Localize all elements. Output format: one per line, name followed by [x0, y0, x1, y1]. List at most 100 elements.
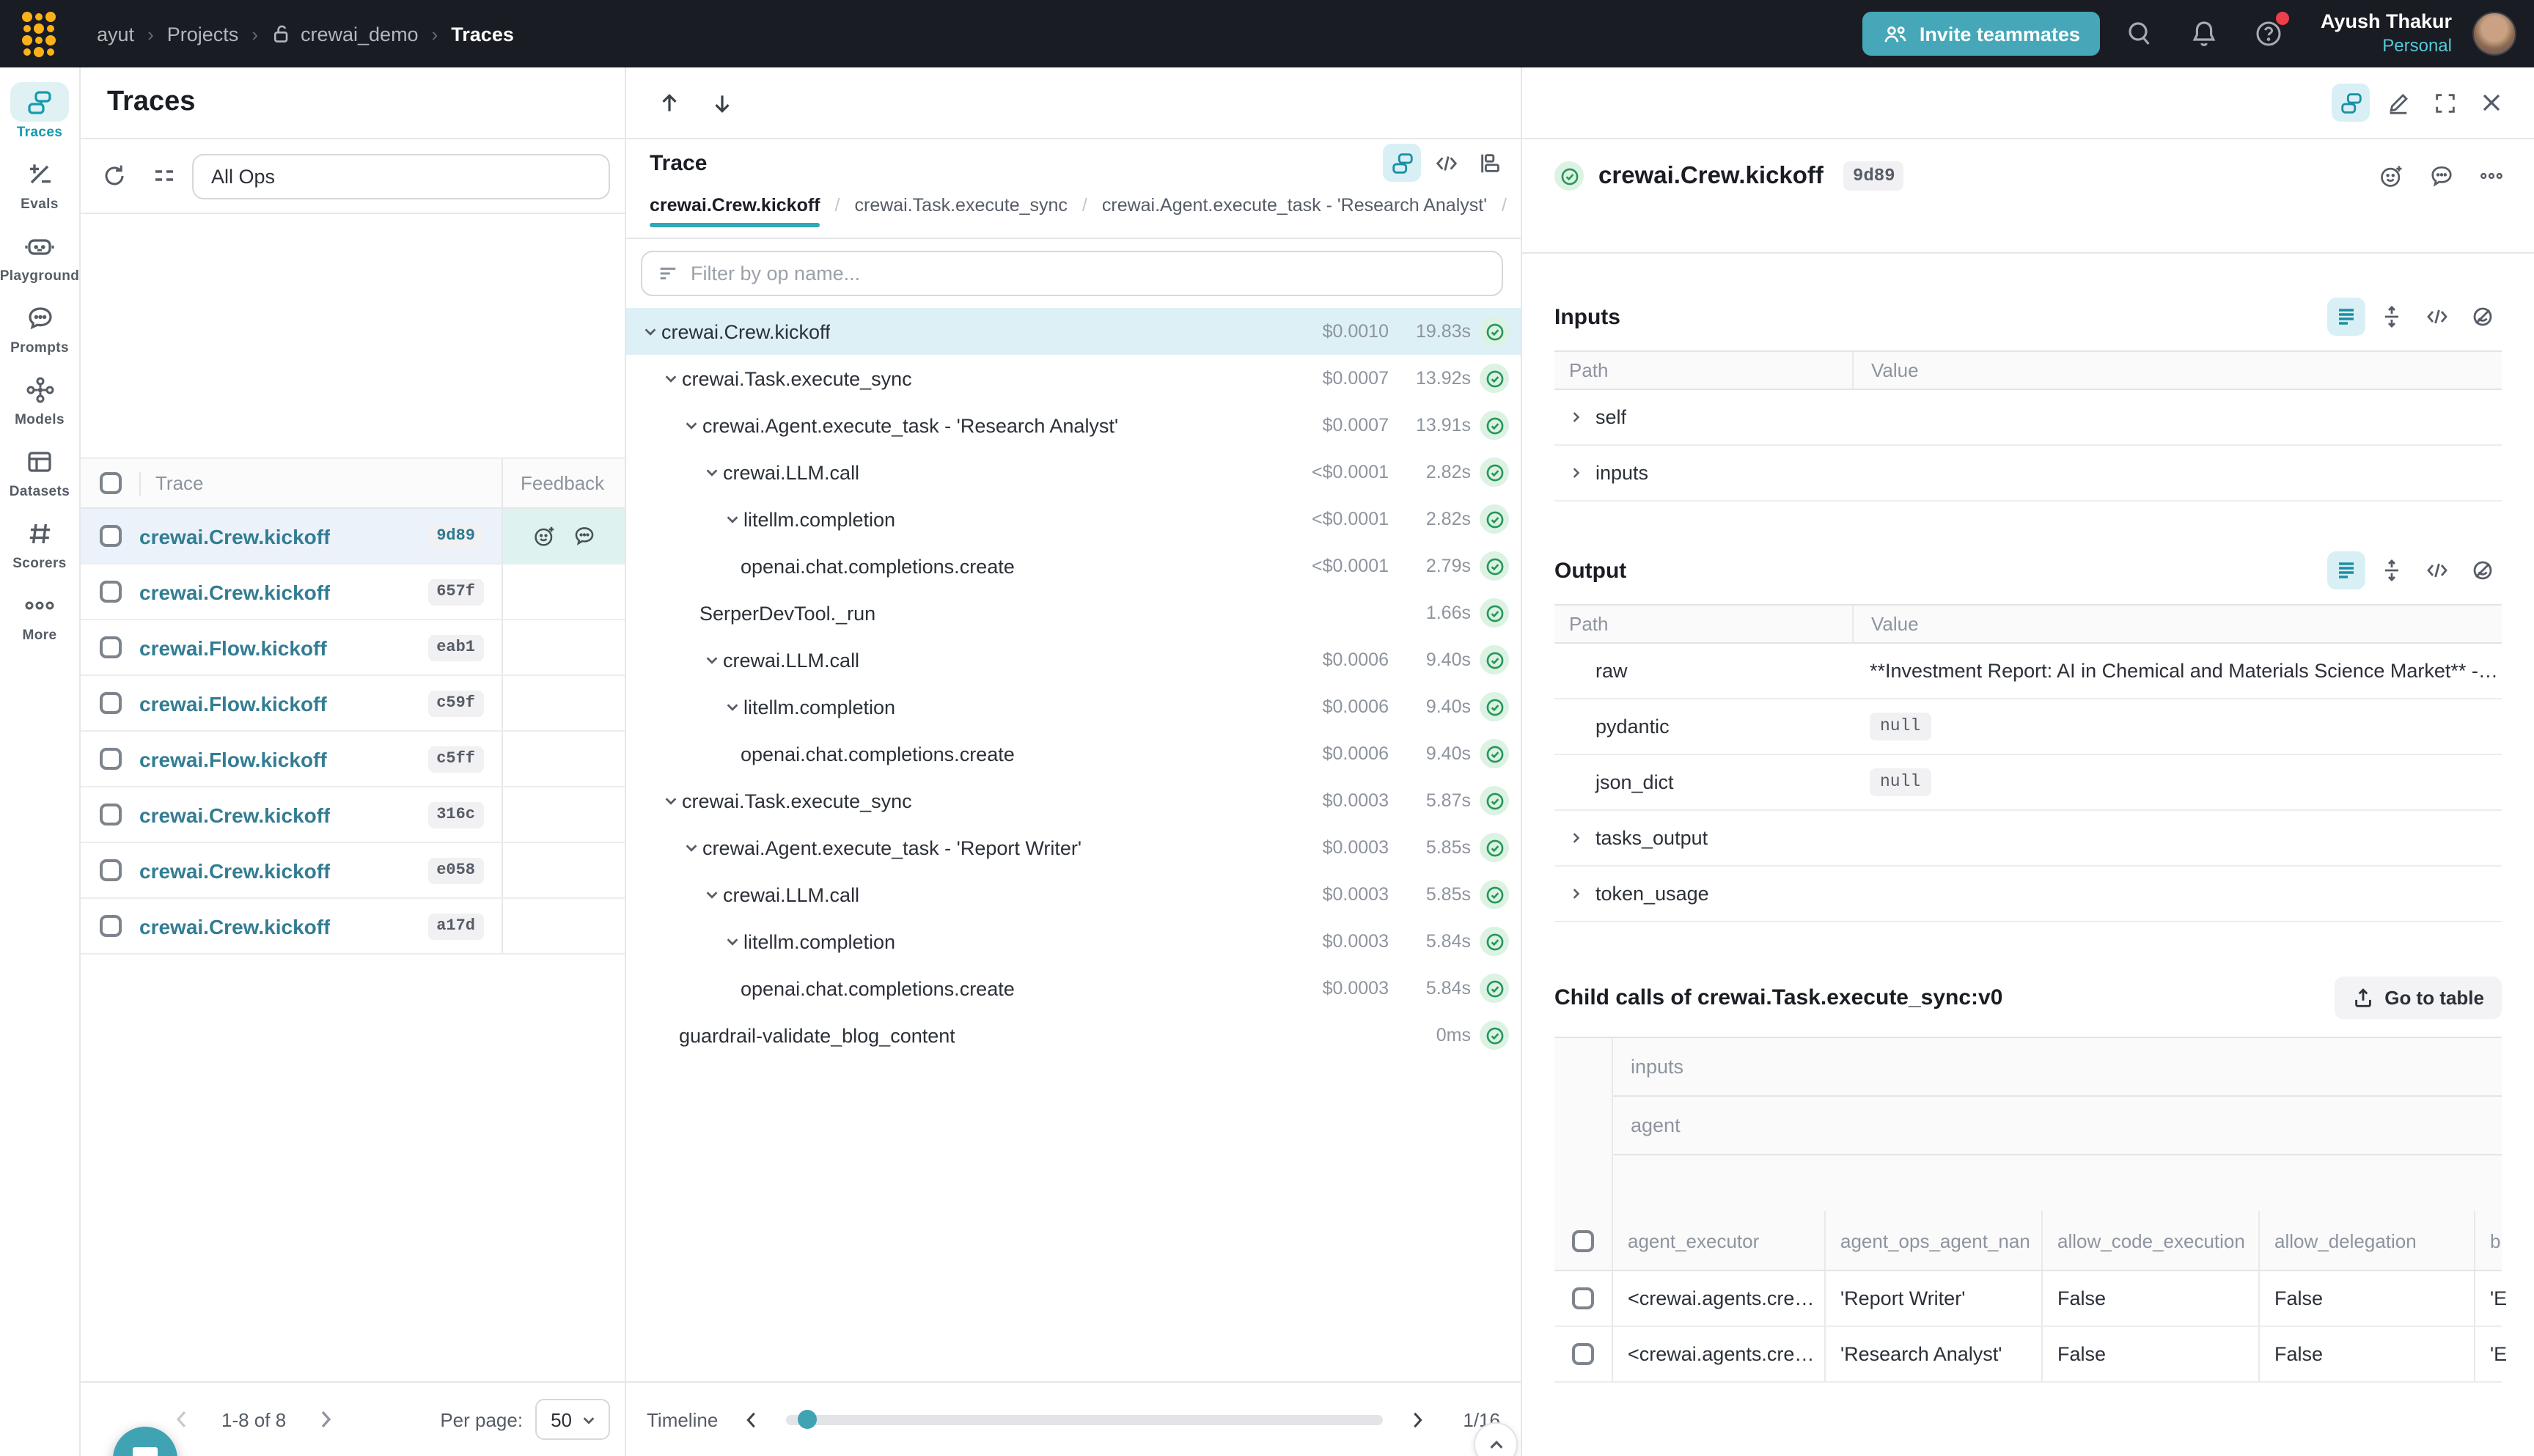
edit-pencil-button[interactable] [2379, 84, 2417, 122]
prev-call-arrow-up-button[interactable] [647, 81, 691, 125]
select-all-checkbox[interactable] [1572, 1229, 1594, 1251]
trace-link[interactable]: crewai.Crew.kickoff [139, 858, 330, 882]
code-view-button[interactable] [1427, 144, 1465, 182]
code-view-button[interactable] [2418, 298, 2456, 336]
trace-list-row[interactable]: crewai.Flow.kickoffeab1 [81, 620, 625, 676]
tree-row[interactable]: crewai.Agent.execute_task - 'Research An… [626, 402, 1521, 449]
breadcrumb-projects[interactable]: Projects [167, 23, 239, 45]
row-checkbox[interactable] [99, 636, 121, 658]
more-menu-icon[interactable] [2472, 157, 2511, 195]
tree-row[interactable]: crewai.LLM.call$0.00035.85s [626, 871, 1521, 918]
show-traces-button[interactable] [2332, 84, 2370, 122]
expand-rows-button[interactable] [2373, 298, 2411, 336]
invite-teammates-button[interactable]: Invite teammates [1862, 12, 2101, 56]
trace-crumb-tab[interactable]: crewai.Crew.kickoff [650, 195, 820, 227]
column-header-agent_ops_agent_nan[interactable]: agent_ops_agent_nan [1826, 1211, 2043, 1270]
row-checkbox[interactable] [99, 804, 121, 826]
tree-row[interactable]: openai.chat.completions.create<$0.00012.… [626, 543, 1521, 589]
tree-row[interactable]: crewai.Crew.kickoff$0.001019.83s [626, 308, 1521, 355]
sidebar-item-more[interactable]: More [0, 585, 80, 644]
go-to-table-button[interactable]: Go to table [2335, 976, 2502, 1018]
trace-list-row[interactable]: crewai.Crew.kickoffe058 [81, 843, 625, 899]
column-header-agent_executor[interactable]: agent_executor [1613, 1211, 1826, 1270]
add-reaction-icon[interactable] [532, 523, 557, 548]
column-header-allow_code_execution[interactable]: allow_code_execution [2043, 1211, 2260, 1270]
kv-row[interactable]: tasks_output [1554, 811, 2502, 867]
trace-list-row[interactable]: crewai.Flow.kickoffc59f [81, 676, 625, 732]
sidebar-item-playground[interactable]: Playground [0, 226, 80, 284]
chevron-down-icon[interactable] [720, 511, 743, 527]
chevron-right-icon[interactable] [1569, 465, 1584, 481]
trace-crumb-tab[interactable]: crewai.Task.execute_sync [855, 195, 1068, 227]
call-id-badge[interactable]: 9d89 [1844, 161, 1904, 191]
trace-column-header[interactable]: Trace [155, 472, 502, 494]
breadcrumb-entity[interactable]: ayut [97, 23, 134, 45]
row-checkbox[interactable] [99, 692, 121, 714]
row-checkbox[interactable] [1572, 1287, 1594, 1309]
user-avatar[interactable] [2472, 12, 2516, 56]
tree-row[interactable]: litellm.completion$0.00069.40s [626, 683, 1521, 730]
row-checkbox[interactable] [99, 581, 121, 603]
row-checkbox[interactable] [99, 748, 121, 770]
tree-view-button[interactable] [1383, 144, 1421, 182]
tree-row[interactable]: crewai.LLM.call<$0.00012.82s [626, 449, 1521, 496]
trace-link[interactable]: crewai.Flow.kickoff [139, 691, 327, 715]
chevron-down-icon[interactable] [679, 417, 702, 433]
feedback-column-header[interactable]: Feedback [502, 459, 625, 507]
tree-row[interactable]: crewai.Agent.execute_task - 'Report Writ… [626, 824, 1521, 871]
close-icon[interactable] [2472, 84, 2511, 122]
kv-row[interactable]: self [1554, 390, 2502, 446]
sidebar-item-traces[interactable]: Traces [0, 82, 80, 141]
notifications-bell-icon[interactable] [2180, 9, 2230, 59]
chevron-right-icon[interactable] [1569, 409, 1584, 425]
chevron-down-icon[interactable] [699, 886, 723, 902]
ops-filter-select[interactable]: All Ops [192, 153, 610, 199]
hide-values-button[interactable] [2464, 298, 2502, 336]
chevron-down-icon[interactable] [658, 793, 682, 809]
trace-list-row[interactable]: crewai.Crew.kickoffa17d [81, 899, 625, 955]
column-header-allow_delegation[interactable]: allow_delegation [2260, 1211, 2475, 1270]
list-view-button[interactable] [2327, 298, 2365, 336]
tree-row[interactable]: crewai.Task.execute_sync$0.00035.87s [626, 777, 1521, 824]
sidebar-item-scorers[interactable]: Scorers [0, 513, 80, 572]
row-checkbox[interactable] [99, 915, 121, 937]
column-header-b[interactable]: b [2475, 1211, 2534, 1270]
trace-list-row[interactable]: crewai.Crew.kickoff9d89 [81, 509, 625, 565]
trace-link[interactable]: crewai.Flow.kickoff [139, 747, 327, 771]
chevron-down-icon[interactable] [699, 652, 723, 668]
chevron-down-icon[interactable] [720, 933, 743, 949]
kv-row[interactable]: token_usage [1554, 867, 2502, 922]
trace-list-row[interactable]: crewai.Crew.kickoff316c [81, 787, 625, 843]
tree-row[interactable]: SerperDevTool._run1.66s [626, 589, 1521, 636]
timeline-prev-button[interactable] [732, 1400, 771, 1438]
tree-row[interactable]: guardrail-validate_blog_content0ms [626, 1012, 1521, 1059]
search-icon[interactable] [2115, 9, 2165, 59]
comment-icon[interactable] [571, 523, 596, 548]
kv-row[interactable]: inputs [1554, 446, 2502, 501]
code-view-button[interactable] [2418, 551, 2456, 589]
breadcrumb-project[interactable]: crewai_demo [271, 23, 419, 45]
trace-link[interactable]: crewai.Crew.kickoff [139, 803, 330, 826]
select-all-checkbox[interactable] [99, 472, 121, 494]
sidebar-item-datasets[interactable]: Datasets [0, 441, 80, 500]
trace-list-row[interactable]: crewai.Flow.kickoffc5ff [81, 732, 625, 787]
sidebar-item-models[interactable]: Models [0, 369, 80, 428]
row-checkbox[interactable] [99, 525, 121, 547]
timeline-slider[interactable] [785, 1414, 1383, 1424]
tree-row[interactable]: crewai.LLM.call$0.00069.40s [626, 636, 1521, 683]
row-checkbox[interactable] [1572, 1343, 1594, 1365]
op-filter-input[interactable] [691, 262, 1487, 284]
timeline-slider-knob[interactable] [797, 1410, 816, 1429]
column-settings-button[interactable] [142, 154, 186, 198]
wandb-logo[interactable] [21, 10, 56, 57]
chevron-down-icon[interactable] [720, 699, 743, 715]
user-account[interactable]: Personal [2321, 35, 2452, 57]
add-reaction-icon[interactable] [2373, 157, 2411, 195]
sidebar-item-evals[interactable]: Evals [0, 154, 80, 213]
trace-list-row[interactable]: crewai.Crew.kickoff657f [81, 565, 625, 620]
next-call-arrow-down-button[interactable] [699, 81, 743, 125]
chevron-down-icon[interactable] [679, 839, 702, 856]
row-checkbox[interactable] [99, 859, 121, 881]
chevron-right-icon[interactable] [1569, 830, 1584, 846]
trace-link[interactable]: crewai.Crew.kickoff [139, 914, 330, 938]
